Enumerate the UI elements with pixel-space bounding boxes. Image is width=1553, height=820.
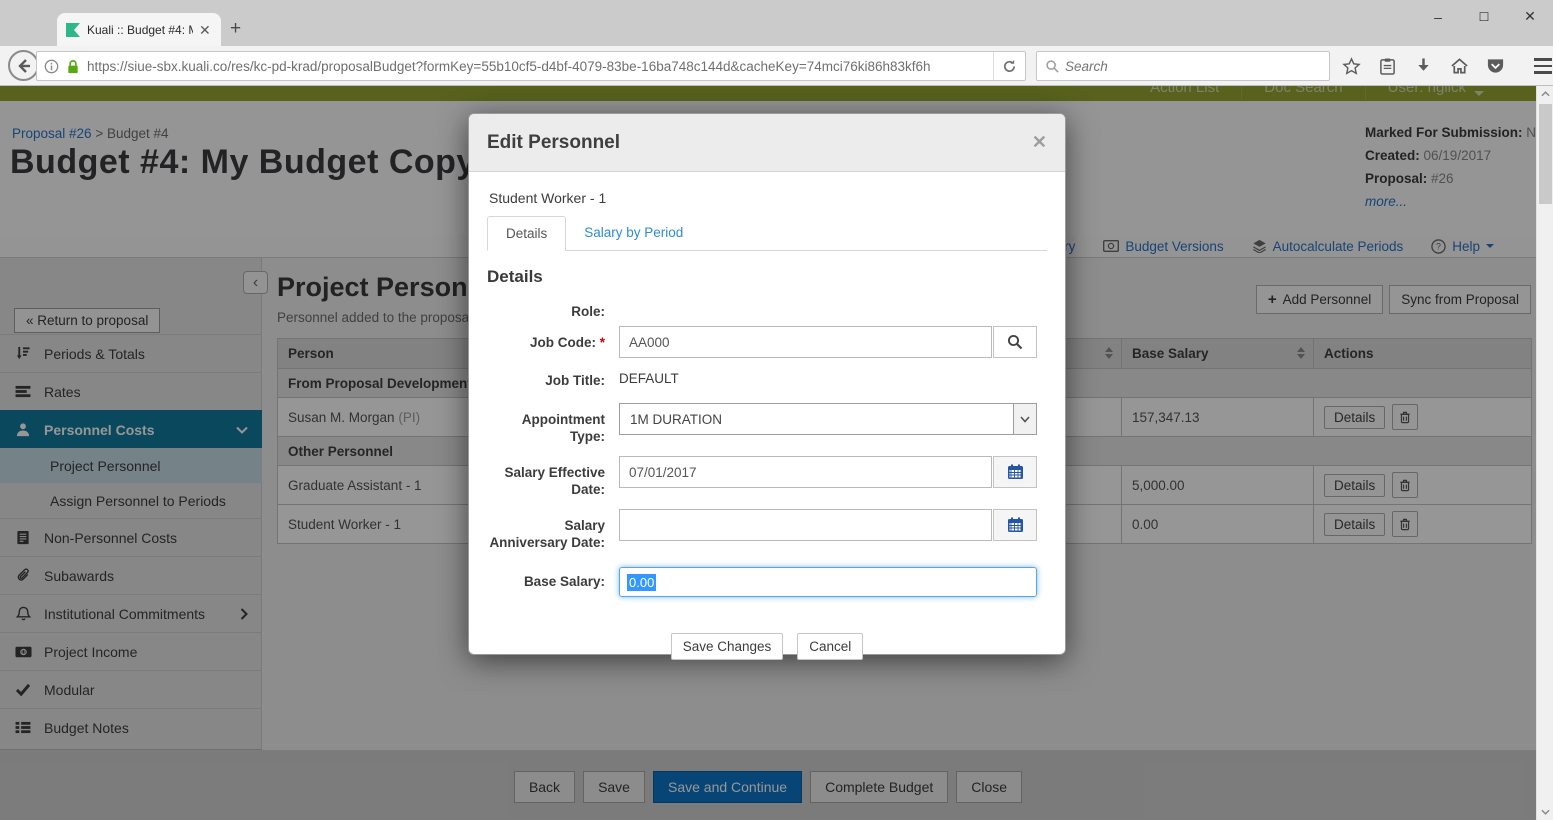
downloads-icon[interactable]: [1412, 51, 1434, 81]
job-code-lookup-button[interactable]: [993, 326, 1037, 358]
salary-anniversary-date-input[interactable]: [619, 509, 992, 541]
search-bar[interactable]: [1036, 51, 1330, 81]
cancel-button[interactable]: Cancel: [797, 633, 863, 660]
role-value: [619, 303, 1037, 320]
selected-text: 0.00: [627, 574, 656, 591]
salary-effective-date-input[interactable]: [619, 456, 992, 488]
screen: Kuali :: Budget #4: My Budg ✕ + – ☐ ✕ ht…: [0, 0, 1553, 820]
dialog-subject: Student Worker - 1: [489, 190, 1047, 206]
save-changes-button[interactable]: Save Changes: [671, 633, 784, 660]
salary-anniversary-date-calendar-button[interactable]: [993, 509, 1037, 541]
salary-effective-date-calendar-button[interactable]: [993, 456, 1037, 488]
edit-personnel-dialog: Edit Personnel ✕ Student Worker - 1 Deta…: [468, 113, 1066, 655]
pocket-icon[interactable]: [1484, 51, 1506, 81]
navbar-icons: [1340, 51, 1553, 81]
new-tab-button[interactable]: +: [230, 18, 241, 40]
job-title-label: Job Title:: [487, 369, 619, 389]
maximize-button[interactable]: ☐: [1461, 0, 1507, 33]
appointment-type-label: Appointment Type:: [487, 403, 619, 445]
browser-tab[interactable]: Kuali :: Budget #4: My Budg ✕: [57, 13, 221, 46]
tab-salary-by-period[interactable]: Salary by Period: [566, 216, 701, 250]
reading-list-icon[interactable]: [1376, 51, 1398, 81]
tab-details[interactable]: Details: [487, 216, 566, 251]
tab-close-icon[interactable]: ✕: [199, 23, 211, 37]
browser-navbar: https://siue-sbx.kuali.co/res/kc-pd-krad…: [0, 46, 1553, 86]
minimize-button[interactable]: –: [1415, 0, 1461, 33]
dialog-body: Student Worker - 1 Details Salary by Per…: [469, 172, 1065, 684]
scroll-up-icon[interactable]: [1537, 86, 1553, 102]
window-controls: – ☐ ✕: [1415, 0, 1553, 33]
search-icon: [1045, 59, 1059, 73]
browser-titlebar: Kuali :: Budget #4: My Budg ✕ + – ☐ ✕: [0, 0, 1553, 46]
dialog-title: Edit Personnel: [487, 132, 1032, 154]
window-close-button[interactable]: ✕: [1507, 0, 1553, 33]
salary-effective-date-label: Salary Effective Date:: [487, 456, 619, 498]
kuali-favicon-icon: [65, 22, 81, 38]
url-text[interactable]: https://siue-sbx.kuali.co/res/kc-pd-krad…: [87, 59, 993, 74]
chevron-down-icon: [1013, 404, 1036, 434]
menu-hamburger-icon[interactable]: [1532, 51, 1553, 81]
page-scrollbar[interactable]: [1536, 86, 1553, 820]
dialog-tabs: Details Salary by Period: [487, 216, 1047, 251]
base-salary-label: Base Salary:: [487, 567, 619, 597]
home-icon[interactable]: [1448, 51, 1470, 81]
bookmark-star-icon[interactable]: [1340, 51, 1362, 81]
appointment-type-select[interactable]: 1M DURATION: [619, 403, 1037, 435]
page-info-icon[interactable]: [37, 59, 66, 74]
back-button[interactable]: [8, 50, 39, 81]
salary-anniversary-date-label: Salary Anniversary Date:: [487, 509, 619, 551]
base-salary-input[interactable]: 0.00: [619, 567, 1037, 597]
search-input[interactable]: [1065, 59, 1321, 74]
job-code-label: Job Code: *: [487, 326, 619, 358]
job-title-value: DEFAULT: [619, 369, 679, 386]
required-asterisk: *: [600, 335, 605, 350]
scrollbar-thumb[interactable]: [1539, 104, 1552, 204]
https-lock-icon: [66, 59, 87, 74]
reload-button[interactable]: [993, 52, 1025, 80]
role-label: Role:: [487, 303, 619, 320]
tab-title: Kuali :: Budget #4: My Budg: [87, 23, 193, 37]
dialog-close-icon[interactable]: ✕: [1032, 132, 1047, 153]
dialog-header: Edit Personnel ✕: [469, 114, 1065, 172]
scroll-down-icon[interactable]: [1537, 804, 1553, 820]
job-code-input[interactable]: [619, 326, 992, 358]
details-section-heading: Details: [487, 267, 1047, 287]
url-bar[interactable]: https://siue-sbx.kuali.co/res/kc-pd-krad…: [36, 51, 1026, 81]
